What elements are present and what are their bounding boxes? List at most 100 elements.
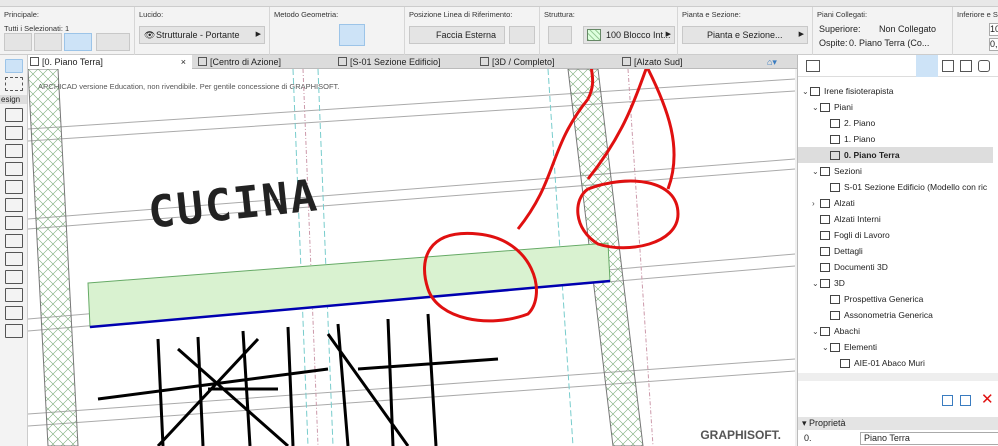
tree-item[interactable]: S-01 Sezione Edificio (Modello con ric [798,179,993,195]
tree-item[interactable]: 1. Piano [798,131,993,147]
ospite-value[interactable]: 0. Piano Terra (Co... [849,38,929,48]
view-icon [820,167,830,177]
stair-tool[interactable] [5,198,23,212]
view-options-icon[interactable]: ⌂▾ [763,55,793,69]
delete-icon[interactable]: ✕ [981,390,994,408]
tab-3d[interactable]: [3D / Completo] [478,55,618,69]
reference-line-dropdown[interactable]: Faccia Esterna [409,26,505,44]
tree-item[interactable]: ⌄ Elementi [798,339,993,355]
navigator-toolbar [798,55,998,77]
view-icon [820,103,830,113]
flip-button[interactable] [509,26,535,44]
expand-chevron-icon[interactable]: ⌄ [812,100,820,116]
lucido-label: Lucido: [139,10,164,19]
tab-bar: [0. Piano Terra] × [Centro di Azione] [S-… [28,55,798,69]
group-lucido: Lucido: 👁 Strutturale - Portante ▶ [135,7,270,55]
view-icon [830,119,840,129]
lucido-dropdown[interactable]: 👁 Strutturale - Portante ▶ [139,26,265,44]
tab-alzato-sud[interactable]: [Alzato Sud] [620,55,760,69]
tree-item[interactable]: Alzati Interni [798,211,993,227]
superiore-label: Superiore: [819,24,861,34]
rotate-button[interactable] [64,33,92,51]
marquee-button[interactable] [34,33,62,51]
tree-item-label: Documenti 3D [834,262,888,272]
window-tool[interactable] [5,162,23,176]
pianta-label: Pianta e Sezione: [682,10,741,19]
floorplan-section-dropdown[interactable]: Pianta e Sezione... ▶ [682,26,808,44]
close-tab-icon[interactable]: × [181,55,186,69]
expand-chevron-icon[interactable]: ⌄ [812,276,820,292]
story-name-input[interactable]: Piano Terra [860,432,998,445]
object-tool[interactable] [5,324,23,338]
expand-chevron-icon[interactable]: ⌄ [812,324,820,340]
expand-chevron-icon[interactable]: › [812,196,820,212]
door-tool[interactable] [5,180,23,194]
view-icon [820,279,830,289]
tree-item[interactable]: Fogli di Lavoro [798,227,993,243]
tree-item[interactable]: ⌄ Piani [798,99,993,115]
tree-item[interactable]: Prospettiva Generica [798,291,993,307]
morph-tool[interactable] [5,288,23,302]
group-posizione: Posizione Linea di Riferimento: Faccia E… [405,7,540,55]
tree-item[interactable]: 2. Piano [798,115,993,131]
selection-button[interactable] [4,33,32,51]
layout-book-icon[interactable] [960,60,972,72]
plan-canvas[interactable]: ARCHICAD versione Education, non rivendi… [28,69,795,446]
straight-wall-icon[interactable] [276,26,302,44]
selection-count: Tutti i Selezionati: 1 [4,24,70,33]
arrow-tool[interactable] [5,59,23,73]
tree-item[interactable]: ⌄ Abachi [798,323,993,339]
superiore-value[interactable]: Non Collegato [879,24,936,34]
building-material-dropdown[interactable]: 100 Blocco Int... ▶ [583,26,675,44]
properties-header[interactable]: ▾ Proprietà [798,417,998,430]
tree-item[interactable]: ⌄ 3D [798,275,993,291]
beam-tool[interactable] [5,144,23,158]
marquee-tool[interactable] [5,77,23,91]
settings-view-icon[interactable] [960,395,971,406]
hatch-icon [587,29,601,41]
horizontal-scrollbar[interactable] [798,373,998,381]
expand-chevron-icon[interactable]: ⌄ [822,340,830,356]
view-icon [840,359,850,369]
toolbox-section-design[interactable]: esign [0,95,27,104]
tree-item[interactable]: Documenti 3D [798,259,993,275]
structure-type-button[interactable] [548,26,572,44]
slab-tool[interactable] [5,234,23,248]
publisher-icon[interactable] [978,60,990,72]
wall-tool[interactable] [5,108,23,122]
layer-shape-button[interactable] [96,33,130,51]
struttura-label: Struttura: [544,10,575,19]
tree-item[interactable]: 0. Piano Terra [798,147,993,163]
tree-item[interactable]: Dettagli [798,243,993,259]
tree-item-label: S-01 Sezione Edificio (Modello con ric [844,182,988,192]
toolbox: esign [0,55,28,446]
column-tool[interactable] [5,126,23,140]
view-icon [830,183,840,193]
tree-item[interactable]: ⌄ Irene fisioterapista [798,83,993,99]
railing-tool[interactable] [5,216,23,230]
curtain-wall-tool[interactable] [5,306,23,320]
tree-item[interactable]: AIE-01 Abaco Muri [798,355,993,371]
principale-label: Principale: [4,10,40,19]
view-icon [820,215,830,225]
project-map-icon[interactable] [916,55,938,77]
group-struttura: Struttura: 100 Blocco Int... ▶ [540,7,678,55]
geometry-method-button[interactable] [339,24,365,46]
shell-tool[interactable] [5,270,23,284]
navigator-menu-icon[interactable] [806,60,820,72]
bottom-offset-input[interactable]: 0, [989,38,998,51]
new-view-icon[interactable] [942,395,953,406]
tree-item[interactable]: ⌄ Sezioni [798,163,993,179]
top-offset-input[interactable]: 10 [989,23,998,36]
roof-tool[interactable] [5,252,23,266]
expand-chevron-icon[interactable]: ⌄ [802,84,810,100]
tree-item[interactable]: Assonometria Generica [798,307,993,323]
tree-item[interactable]: › Alzati [798,195,993,211]
piani-label: Piani Collegati: [817,10,868,19]
expand-chevron-icon[interactable]: ⌄ [812,164,820,180]
tree-item-label: Alzati Interni [834,214,881,224]
tab-piano-terra[interactable]: [0. Piano Terra] × [28,55,192,69]
view-map-icon[interactable] [942,60,954,72]
tab-centro-azione[interactable]: [Centro di Azione] [196,55,332,69]
tab-sezione[interactable]: [S-01 Sezione Edificio] [336,55,476,69]
